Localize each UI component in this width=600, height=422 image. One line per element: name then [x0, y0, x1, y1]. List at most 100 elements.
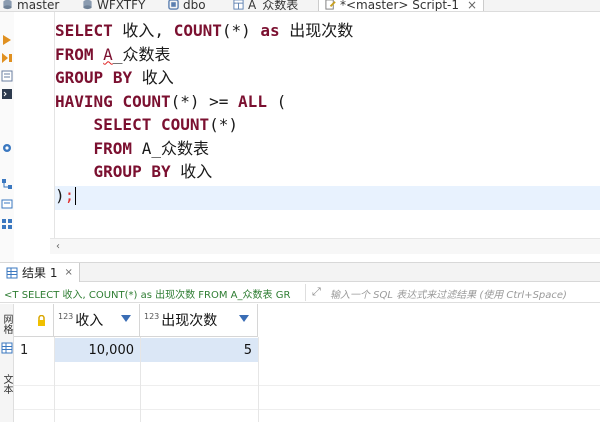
code-line-4: HAVING COUNT(*) >= ALL (: [55, 90, 353, 114]
result-tab-label: 结果 1: [22, 266, 58, 280]
console-icon[interactable]: [1, 88, 13, 100]
editor-tab-strip: master WFXTFY dbo A_众数表 *<master> Script…: [0, 0, 600, 12]
editor-horizontal-scrollbar[interactable]: ‹: [50, 238, 600, 254]
keyword-from: FROM: [93, 138, 133, 158]
column-divider: [54, 337, 55, 422]
code-line-2: FROM A_众数表: [55, 43, 353, 67]
run-statement-icon[interactable]: [1, 34, 13, 46]
explain-plan-icon[interactable]: [1, 70, 13, 82]
keyword-count: COUNT: [160, 115, 210, 134]
table-icon: [233, 0, 244, 10]
tab-a-table[interactable]: A_众数表: [233, 0, 298, 11]
outline-icon[interactable]: [1, 178, 13, 190]
code-line-7: GROUP BY 收入: [55, 160, 353, 184]
sort-arrow-icon[interactable]: [239, 315, 249, 322]
column-header-count[interactable]: 123 出现次数: [140, 304, 258, 337]
numeric-type-badge: 123: [144, 312, 160, 321]
tab-label: master: [17, 0, 60, 12]
keyword-group: GROUP: [55, 68, 104, 87]
keyword-count: COUNT: [173, 21, 222, 40]
gear-icon[interactable]: [1, 142, 13, 154]
keyword-from: FROM: [55, 44, 94, 64]
code-line-1: SELECT 收入, COUNT(*) as 出现次数: [55, 19, 353, 43]
database-icon: [3, 0, 12, 10]
keyword-group: GROUP: [93, 162, 142, 181]
run-script-icon[interactable]: [1, 52, 13, 64]
table-view-icon[interactable]: [1, 342, 13, 354]
empty-row: [14, 386, 600, 410]
close-icon[interactable]: ×: [467, 0, 477, 11]
column-header-income[interactable]: 123 收入: [54, 304, 140, 337]
sql-code[interactable]: SELECT 收入, COUNT(*) as 出现次数 FROM A_众数表 G…: [55, 19, 353, 207]
view-grid-tab[interactable]: 网格: [0, 314, 14, 334]
results-view-switcher: 网格 文本: [0, 304, 14, 422]
code-text: (*): [209, 115, 239, 134]
cell-count[interactable]: 5: [140, 338, 258, 362]
keyword-by: BY: [112, 68, 133, 87]
view-text-tab[interactable]: 文本: [0, 374, 14, 394]
sql-editor[interactable]: SELECT 收入, COUNT(*) as 出现次数 FROM A_众数表 G…: [50, 12, 600, 238]
keyword-by: BY: [151, 162, 171, 181]
history-icon[interactable]: [1, 198, 13, 210]
expand-icon[interactable]: ⤢: [312, 285, 321, 299]
code-line-3: GROUP BY 收入: [55, 66, 353, 90]
column-divider: [140, 337, 141, 422]
tab-script-1[interactable]: *<master> Script-1 ×: [318, 0, 485, 12]
tab-label: *<master> Script-1: [340, 0, 460, 12]
results-tab-bar: 结果 1 ×: [0, 262, 600, 282]
filter-placeholder: 输入一个 SQL 表达式来过滤结果 (使用 Ctrl+Space): [330, 290, 567, 301]
code-text: 收入,: [112, 21, 174, 40]
tab-label: dbo: [183, 0, 206, 12]
result-grid: 123 收入 123 出现次数 1 10,000 5: [14, 304, 600, 422]
scroll-left-icon[interactable]: ‹: [56, 241, 60, 252]
code-text: (*) >=: [170, 91, 239, 111]
tab-label: WFXTFY: [97, 0, 146, 12]
code-line-5: SELECT COUNT(*): [55, 113, 353, 137]
keyword-having: HAVING: [55, 91, 113, 111]
semicolon: ;: [64, 185, 75, 205]
code-text: ): [55, 185, 65, 205]
code-text: 收入: [132, 68, 174, 87]
grid-icon: [6, 267, 18, 278]
layout-icon[interactable]: [1, 218, 13, 230]
numeric-type-badge: 123: [58, 312, 74, 321]
row-number[interactable]: 1: [14, 338, 54, 362]
cell-income[interactable]: 10,000: [54, 338, 140, 362]
sql-text: SELECT 收入, COUNT(*) as 出现次数 FROM A_众数表 G…: [21, 290, 291, 301]
column-name: 收入: [75, 313, 104, 329]
sql-prefix: <T: [4, 290, 19, 301]
sort-arrow-icon[interactable]: [121, 315, 131, 322]
tab-dbo[interactable]: dbo: [168, 0, 206, 12]
code-line-6: FROM A_众数表: [55, 137, 353, 161]
close-icon[interactable]: ×: [64, 267, 72, 278]
code-line-8: );: [55, 184, 353, 208]
filter-input[interactable]: ⤢ 输入一个 SQL 表达式来过滤结果 (使用 Ctrl+Space): [305, 284, 600, 301]
lock-icon[interactable]: [37, 315, 46, 326]
script-icon: [325, 0, 336, 10]
tab-master[interactable]: master: [2, 0, 60, 12]
keyword-all: ALL: [238, 91, 267, 111]
tab-wfxtfy[interactable]: WFXTFY: [82, 0, 146, 12]
code-text: 收入: [170, 162, 213, 181]
column-divider: [258, 337, 259, 422]
left-toolbar: [0, 12, 14, 262]
column-name: 出现次数: [161, 313, 218, 329]
executed-sql-preview[interactable]: <T SELECT 收入, COUNT(*) as 出现次数 FROM A_众数…: [4, 286, 302, 301]
error-underlined-identifier: A: [103, 44, 113, 64]
database-icon: [83, 0, 92, 10]
code-text: (*): [221, 21, 261, 40]
code-text: _众数表: [112, 44, 171, 64]
keyword-select: SELECT: [55, 21, 113, 40]
code-text: A_众数表: [132, 138, 209, 158]
empty-row: [14, 362, 600, 386]
keyword-count: COUNT: [122, 91, 171, 111]
keyword-select: SELECT: [93, 115, 152, 134]
tab-result-1[interactable]: 结果 1 ×: [0, 263, 80, 282]
